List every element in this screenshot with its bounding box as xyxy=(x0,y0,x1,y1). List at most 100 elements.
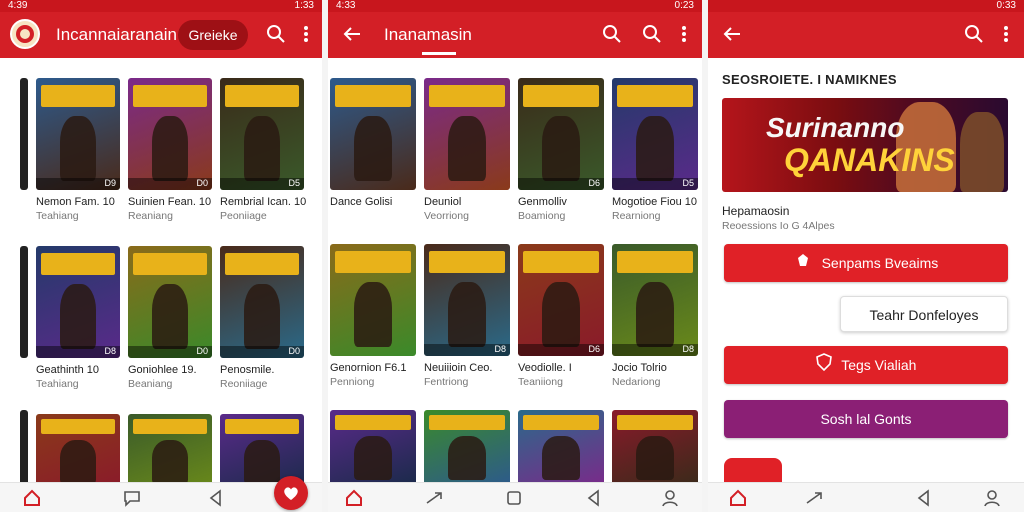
game-card-art[interactable]: D6 xyxy=(518,244,604,356)
search-icon[interactable] xyxy=(264,22,288,46)
game-card-art[interactable] xyxy=(424,410,510,486)
game-card-title[interactable]: Goniohlee 19. xyxy=(128,364,197,377)
card-logo xyxy=(133,418,207,434)
secondary-button-label: Teahr Donfeloyes xyxy=(869,307,979,323)
card-logo xyxy=(429,84,505,108)
card-badge: D5 xyxy=(682,178,694,188)
home-icon[interactable] xyxy=(22,488,42,508)
card-character xyxy=(448,116,486,182)
stage: 4:39 1:33 Incannaiaranain Greieke D9 Nemo… xyxy=(0,0,1024,512)
cast-icon[interactable] xyxy=(424,488,444,508)
game-card-art[interactable]: D5 xyxy=(220,78,304,190)
card-logo xyxy=(335,250,411,274)
back-arrow-icon[interactable] xyxy=(720,22,744,46)
card-logo xyxy=(133,84,207,108)
game-card-art-partial[interactable] xyxy=(20,78,28,190)
favorite-fab[interactable] xyxy=(274,476,308,510)
game-card-art[interactable] xyxy=(330,410,416,486)
primary-button-label: Senpams Bveaims xyxy=(821,255,939,271)
secondary-button[interactable]: Teahr Donfeloyes xyxy=(840,296,1008,332)
card-strip: D0 xyxy=(128,178,212,190)
back-icon[interactable] xyxy=(206,488,226,508)
game-card-title[interactable]: Jocio Tolrio xyxy=(612,362,667,375)
home-icon[interactable] xyxy=(728,488,748,508)
card-logo xyxy=(523,250,599,274)
app-bar: Inanamasin xyxy=(328,12,702,58)
more-vertical-icon[interactable] xyxy=(672,22,696,46)
card-strip: D0 xyxy=(128,346,212,358)
game-card-art[interactable]: D0 xyxy=(128,78,212,190)
banner-character xyxy=(960,112,1004,192)
game-card-art[interactable]: D9 xyxy=(36,78,120,190)
card-logo xyxy=(133,252,207,276)
card-character xyxy=(354,116,392,182)
game-card-art[interactable] xyxy=(330,244,416,356)
chat-icon[interactable] xyxy=(122,488,142,508)
card-character xyxy=(542,116,580,182)
game-card-title[interactable]: Neuiiioin Ceo. xyxy=(424,362,492,375)
card-logo xyxy=(225,418,299,434)
card-strip: D5 xyxy=(220,178,304,190)
screen-catalog: 4:39 1:33 Incannaiaranain Greieke D9 Nemo… xyxy=(0,0,322,512)
card-logo xyxy=(41,418,115,434)
game-card-title[interactable]: Genmolliv xyxy=(518,196,567,209)
home-icon[interactable] xyxy=(344,488,364,508)
tertiary-button[interactable]: Tegs Vialiah xyxy=(724,346,1008,384)
game-card-art-partial[interactable] xyxy=(20,246,28,358)
game-card-title[interactable]: Geathinth 10 xyxy=(36,364,99,377)
tab-indicator xyxy=(422,52,456,55)
game-card-title[interactable]: Veodiolle. I xyxy=(518,362,572,375)
game-card-art[interactable] xyxy=(424,78,510,190)
primary-button[interactable]: Senpams Bveaims xyxy=(724,244,1008,282)
purple-button[interactable]: Sosh lal Gonts xyxy=(724,400,1008,438)
card-character xyxy=(542,435,580,480)
back-arrow-icon[interactable] xyxy=(340,22,364,46)
game-card-title[interactable]: Genornion F6.1 xyxy=(330,362,406,375)
card-character xyxy=(542,282,580,348)
search-icon[interactable] xyxy=(962,22,986,46)
game-card-art[interactable]: D8 xyxy=(612,244,698,356)
card-character xyxy=(59,116,97,182)
card-badge: D0 xyxy=(196,178,208,188)
game-card-title[interactable]: Nemon Fam. 10 xyxy=(36,196,115,209)
featured-banner[interactable]: Surinanno QANAKINS xyxy=(722,98,1008,192)
game-card-title[interactable]: Rembrial Ican. 10 xyxy=(220,196,306,209)
card-badge: D8 xyxy=(104,346,116,356)
category-chip[interactable]: Greieke xyxy=(178,20,248,50)
game-card-art[interactable] xyxy=(128,414,212,490)
tertiary-button-label: Tegs Vialiah xyxy=(841,357,917,373)
game-card-art[interactable]: D0 xyxy=(128,246,212,358)
game-card-art[interactable]: D6 xyxy=(518,78,604,190)
game-card-art[interactable] xyxy=(330,78,416,190)
profile-icon[interactable] xyxy=(982,488,1002,508)
card-character xyxy=(243,116,281,182)
status-bar: 4:33 0:23 xyxy=(328,0,702,12)
more-vertical-icon[interactable] xyxy=(994,22,1018,46)
game-card-art[interactable]: D8 xyxy=(424,244,510,356)
game-card-art-partial[interactable] xyxy=(20,410,28,486)
app-logo-icon[interactable] xyxy=(10,19,40,49)
cast-icon[interactable] xyxy=(804,488,824,508)
game-card-art[interactable]: D0 xyxy=(220,246,304,358)
partial-button[interactable] xyxy=(724,458,782,484)
back-icon[interactable] xyxy=(584,488,604,508)
game-card-art[interactable]: D8 xyxy=(36,246,120,358)
search-icon[interactable] xyxy=(600,22,624,46)
game-card-art[interactable] xyxy=(612,410,698,486)
game-card-title[interactable]: Suinien Fean. 10 xyxy=(128,196,211,209)
game-card-title[interactable]: Deuniol xyxy=(424,196,461,209)
back-icon[interactable] xyxy=(914,488,934,508)
game-card-subtitle: Boamiong xyxy=(518,210,566,222)
app-title: Incannaiaranain xyxy=(56,25,177,44)
card-logo xyxy=(523,84,599,108)
game-card-title[interactable]: Penosmile. xyxy=(220,364,274,377)
game-card-art[interactable] xyxy=(36,414,120,490)
more-vertical-icon[interactable] xyxy=(294,22,318,46)
game-card-art[interactable] xyxy=(518,410,604,486)
game-card-title[interactable]: Mogotioe Fiou 10 xyxy=(612,196,697,209)
profile-icon[interactable] xyxy=(660,488,680,508)
game-card-title[interactable]: Dance Golisi xyxy=(330,196,392,209)
square-icon[interactable] xyxy=(504,488,524,508)
game-card-art[interactable]: D5 xyxy=(612,78,698,190)
search-icon[interactable] xyxy=(640,22,664,46)
